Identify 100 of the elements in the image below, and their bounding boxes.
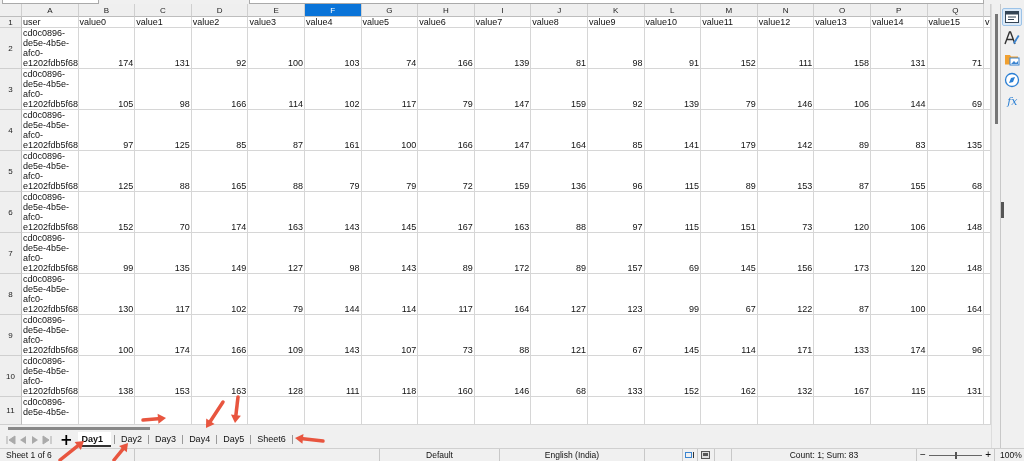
table-cell: 166 xyxy=(418,110,475,151)
sheet-tab[interactable]: Day4 xyxy=(186,432,214,447)
table-cell: 88 xyxy=(474,315,532,356)
table-cell: 162 xyxy=(701,356,758,397)
column-header[interactable] xyxy=(984,4,991,17)
zoom-in-button[interactable]: + xyxy=(985,450,991,460)
table-cell: 72 xyxy=(418,151,475,192)
table-cell: 142 xyxy=(757,110,815,151)
table-cell: 179 xyxy=(701,110,758,151)
formula-field[interactable] xyxy=(249,0,984,4)
column-header[interactable]: K xyxy=(587,4,645,17)
row-header[interactable]: 6 xyxy=(0,192,22,233)
table-cell: 145 xyxy=(644,315,702,356)
table-cell: 115 xyxy=(644,151,702,192)
table-cell: 92 xyxy=(587,69,645,110)
column-header[interactable]: L xyxy=(644,4,702,17)
table-cell: 163 xyxy=(474,192,532,233)
column-header[interactable]: N xyxy=(757,4,815,17)
sheet-tab[interactable]: Day3 xyxy=(152,432,180,447)
table-cell: 135 xyxy=(927,110,985,151)
row-header[interactable]: 10 xyxy=(0,356,22,397)
table-cell: 73 xyxy=(418,315,475,356)
table-cell: 143 xyxy=(304,315,362,356)
column-header[interactable]: I xyxy=(474,4,532,17)
table-cell: 68 xyxy=(927,151,985,192)
table-cell: 111 xyxy=(304,356,362,397)
table-cell: 171 xyxy=(757,315,815,356)
table-cell: 74 xyxy=(361,28,419,69)
table-cell: 73 xyxy=(757,192,815,233)
column-header[interactable]: J xyxy=(531,4,588,17)
scrollbar-thumb[interactable] xyxy=(995,14,998,124)
column-header[interactable]: F xyxy=(304,4,362,17)
annotation-arrow xyxy=(112,443,128,461)
collapse-handle[interactable] xyxy=(1000,202,1004,218)
table-cell: value8 xyxy=(531,17,588,28)
sheet-tab[interactable]: Day1 xyxy=(77,432,112,447)
functions-button[interactable]: fx xyxy=(1002,92,1023,110)
table-cell: 136 xyxy=(531,151,588,192)
row-header[interactable]: 7 xyxy=(0,233,22,274)
sheet-tab[interactable]: Day2 xyxy=(118,432,146,447)
table-cell: 118 xyxy=(361,356,419,397)
table-cell: 107 xyxy=(361,315,419,356)
last-sheet-icon[interactable] xyxy=(41,434,53,445)
corner-cell[interactable] xyxy=(0,4,22,17)
column-header[interactable]: D xyxy=(191,4,249,17)
column-header[interactable]: C xyxy=(135,4,192,17)
annotation-arrow xyxy=(206,400,225,428)
scrollbar-thumb[interactable] xyxy=(8,426,150,430)
column-header[interactable]: B xyxy=(78,4,136,17)
table-cell: 148 xyxy=(927,233,985,274)
table-cell: 147 xyxy=(474,69,532,110)
row-header[interactable]: 1 xyxy=(0,17,22,28)
table-cell: 87 xyxy=(814,151,871,192)
table-cell: 159 xyxy=(531,69,588,110)
table-cell: 156 xyxy=(757,233,815,274)
table-cell: 68 xyxy=(531,356,588,397)
row-header[interactable]: 9 xyxy=(0,315,22,356)
add-sheet-button[interactable]: + xyxy=(60,433,73,446)
column-header[interactable]: H xyxy=(418,4,475,17)
table-cell: 144 xyxy=(870,69,928,110)
column-header[interactable]: A xyxy=(22,4,79,17)
column-header[interactable]: P xyxy=(870,4,928,17)
table-cell: value15 xyxy=(927,17,985,28)
column-header[interactable]: M xyxy=(701,4,758,17)
column-header[interactable]: E xyxy=(248,4,305,17)
slider-thumb[interactable] xyxy=(954,451,957,459)
sheet-tab[interactable]: Day5 xyxy=(220,432,248,447)
zoom-out-button[interactable]: − xyxy=(920,450,926,460)
document-status-icon[interactable] xyxy=(701,451,710,459)
column-header[interactable]: O xyxy=(814,4,871,17)
row-header[interactable]: 5 xyxy=(0,151,22,192)
sidebar-button[interactable] xyxy=(1002,8,1023,26)
table-cell: 89 xyxy=(418,233,475,274)
row-header[interactable]: 2 xyxy=(0,28,22,69)
table-cell: 79 xyxy=(248,274,305,315)
table-cell: 123 xyxy=(587,274,645,315)
row-header[interactable]: 8 xyxy=(0,274,22,315)
table-cell: 127 xyxy=(248,233,305,274)
table-cell: 98 xyxy=(304,233,362,274)
table-cell: 153 xyxy=(757,151,815,192)
table-cell: 89 xyxy=(701,151,758,192)
sheet-tab[interactable]: Sheet6 xyxy=(254,432,289,447)
column-header[interactable]: Q xyxy=(927,4,985,17)
table-cell: 100 xyxy=(361,110,419,151)
table-cell: 153 xyxy=(135,356,192,397)
table-cell: 85 xyxy=(191,110,249,151)
first-sheet-icon[interactable] xyxy=(5,434,17,445)
column-header[interactable]: G xyxy=(361,4,419,17)
name-box[interactable] xyxy=(2,0,99,4)
row-header[interactable]: 11 xyxy=(0,397,22,425)
row-header[interactable]: 3 xyxy=(0,69,22,110)
table-cell: 92 xyxy=(191,28,249,69)
table-cell: value7 xyxy=(474,17,532,28)
table-cell: 79 xyxy=(361,151,419,192)
table-cell: 87 xyxy=(248,110,305,151)
row-header[interactable]: 4 xyxy=(0,110,22,151)
selection-mode-icon[interactable] xyxy=(685,451,695,459)
table-cell: 139 xyxy=(474,28,532,69)
table-cell: 91 xyxy=(644,28,702,69)
table-cell: value12 xyxy=(757,17,815,28)
